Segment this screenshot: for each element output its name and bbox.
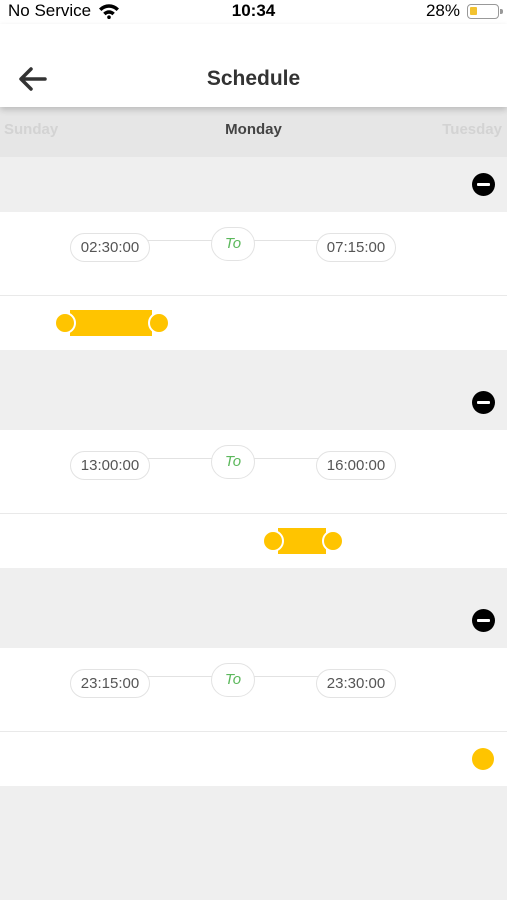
start-time-field[interactable]: 02:30:00: [70, 233, 150, 262]
to-label: To: [211, 445, 255, 479]
tab-current-day[interactable]: Monday: [0, 121, 507, 138]
slider-range: [278, 528, 326, 554]
time-range-row: 13:00:00 To 16:00:00: [0, 430, 507, 514]
slider-start-handle[interactable]: [262, 530, 284, 552]
page-title: Schedule: [206, 67, 301, 90]
to-label: To: [211, 663, 255, 697]
schedule-card: 02:30:00 To 07:15:00: [0, 212, 507, 350]
slider-end-handle[interactable]: [148, 312, 170, 334]
end-time-field[interactable]: 07:15:00: [316, 233, 396, 262]
end-time-field[interactable]: 16:00:00: [316, 451, 396, 480]
remove-schedule-button[interactable]: [472, 609, 495, 632]
time-range-slider[interactable]: [0, 732, 507, 786]
to-label: To: [211, 227, 255, 261]
tab-next-day[interactable]: Tuesday: [442, 121, 502, 138]
start-time-field[interactable]: 13:00:00: [70, 451, 150, 480]
battery-percent: 28%: [425, 1, 460, 20]
remove-schedule-button[interactable]: [472, 173, 495, 196]
start-time-field[interactable]: 23:15:00: [70, 669, 150, 698]
status-bar: No Service 10:34 28%: [0, 0, 507, 24]
slider-range: [70, 310, 152, 336]
schedule-card: 13:00:00 To 16:00:00: [0, 430, 507, 568]
time-range-row: 23:15:00 To 23:30:00: [0, 648, 507, 732]
slider-start-handle[interactable]: [54, 312, 76, 334]
time-range-slider[interactable]: [0, 514, 507, 568]
time-range-row: 02:30:00 To 07:15:00: [0, 212, 507, 296]
day-tabs: Sunday Monday Tuesday: [0, 107, 507, 157]
end-time-field[interactable]: 23:30:00: [316, 669, 396, 698]
time-range-slider[interactable]: [0, 296, 507, 350]
slider-end-handle[interactable]: [322, 530, 344, 552]
nav-bar: Schedule: [0, 24, 507, 107]
remove-schedule-button[interactable]: [472, 391, 495, 414]
battery-icon: [467, 4, 503, 19]
slider-end-handle[interactable]: [472, 748, 494, 770]
schedule-card: 23:15:00 To 23:30:00: [0, 648, 507, 786]
